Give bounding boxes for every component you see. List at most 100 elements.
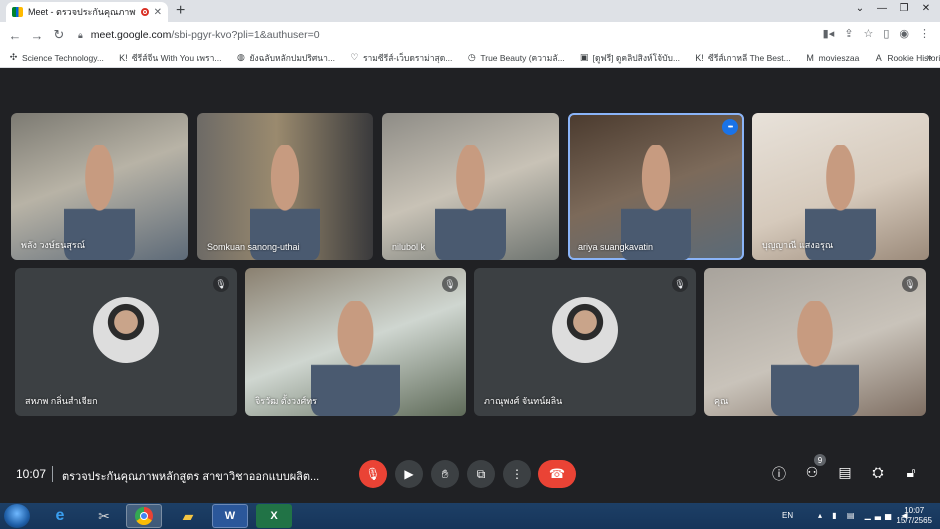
tray-time: 10:07: [904, 506, 925, 515]
present-screen-button[interactable]: ⧉: [467, 460, 495, 488]
participant-name: ariya suangkavatin: [578, 242, 654, 252]
minimize-icon[interactable]: —: [872, 0, 892, 16]
muted-mic-icon: 🎙︎: [672, 276, 688, 292]
video-camera-icon: ▶︎: [404, 467, 414, 481]
bookmark-item[interactable]: ◷ True Beauty (ความลั...: [466, 51, 565, 65]
bookmark-item[interactable]: K! ซีรีส์เกาหลี The Best...: [694, 51, 790, 65]
bookmark-item[interactable]: ▣ [ดูฟรี] ดูคลิปสิงห์โจ้บับ...: [579, 51, 680, 65]
muted-mic-icon: 🎙︎: [213, 276, 229, 292]
microphone-off-button[interactable]: 🎙︎: [359, 460, 387, 488]
bookmark-label: ซีรีส์จีน With You เพรา...: [131, 52, 222, 63]
participant-tile[interactable]: nilubol k: [382, 113, 559, 260]
new-tab-button[interactable]: +: [176, 1, 185, 21]
windows-taskbar: e ✂ ▰ W X EN ▴ ▮ ▤ ▁▃▅ ◀ 10:07 15/7/2565: [0, 503, 940, 529]
more-options-button[interactable]: ⋮: [503, 460, 531, 488]
host-controls-lock-icon[interactable]: 🔓︎: [902, 464, 920, 481]
camera-button[interactable]: ▶︎: [395, 460, 423, 488]
participant-tile[interactable]: 🎙︎ สหภพ กลิ่นสำเจียก: [15, 268, 237, 416]
menu-kebab-icon[interactable]: ⋮: [919, 27, 930, 40]
meeting-clock: 10:07: [16, 467, 47, 481]
excel-taskbar-icon[interactable]: X: [256, 504, 292, 528]
participant-tile[interactable]: 🎙︎ คุณ: [704, 268, 926, 416]
camera-icon[interactable]: ▮◂: [823, 27, 835, 40]
participant-tile[interactable]: พลัง วงษ์ธนสุรณ์: [11, 113, 188, 260]
participant-name: พลัง วงษ์ธนสุรณ์: [21, 240, 86, 250]
participant-tile[interactable]: 🎙︎ จิรวัฒ ตั้งวงศ์ทร: [245, 268, 466, 416]
forward-arrow-icon[interactable]: →: [26, 28, 48, 43]
recording-indicator-icon: [140, 8, 149, 16]
input-language[interactable]: EN: [782, 511, 793, 520]
bookmark-favicon-icon: A: [875, 52, 882, 63]
raise-hand-button[interactable]: ✋︎: [431, 460, 459, 488]
muted-mic-icon: 🎙︎: [902, 276, 918, 292]
tab-title: Meet - ตรวจประกันคุณภาพหลัก: [28, 7, 136, 17]
meeting-info-icon[interactable]: ⓘ: [770, 464, 788, 484]
bookmark-favicon-icon: ◍: [237, 52, 245, 62]
bookmark-label: Rookie Historian G...: [887, 52, 940, 63]
sidebar-icon[interactable]: ▯: [883, 27, 889, 40]
bookmark-favicon-icon: ◷: [467, 52, 476, 62]
participant-tile[interactable]: ••• ariya suangkavatin: [568, 113, 744, 260]
url-host: meet.google.com: [90, 29, 172, 41]
close-window-icon[interactable]: ✕: [916, 0, 936, 16]
tab-search-icon[interactable]: ⌄: [850, 0, 870, 16]
bookmark-label: รามซีรีส์-เว็บดราม่าสุด...: [362, 52, 453, 63]
leave-call-button[interactable]: ☎︎: [538, 460, 576, 488]
internet-explorer-icon[interactable]: e: [42, 504, 78, 528]
participant-name: บุญญาณี แสงอรุณ: [762, 240, 834, 250]
share-icon[interactable]: ⇪: [844, 27, 853, 40]
system-clock[interactable]: 10:07 15/7/2565: [896, 506, 932, 526]
close-tab-icon[interactable]: ✕: [154, 7, 162, 18]
back-arrow-icon[interactable]: ←: [4, 28, 26, 43]
phone-hangup-icon: ☎︎: [548, 466, 566, 481]
participant-name: Somkuan sanong-uthai: [207, 242, 300, 252]
screen: Meet - ตรวจประกันคุณภาพหลัก ✕ + ⌄ — ❐ ✕ …: [0, 0, 940, 529]
start-button[interactable]: [4, 504, 30, 528]
bookmark-star-icon[interactable]: ☆: [863, 27, 873, 40]
bookmark-label: [ดูฟรี] ดูคลิปสิงห์โจ้บับ...: [592, 52, 681, 63]
bookmark-label: ยังฉลับหลักปมปริศนา...: [249, 52, 335, 63]
participant-name: ภาณุพงศ์ จันทน์ผลิน: [484, 396, 563, 406]
bookmark-favicon-icon: ♡: [350, 52, 359, 62]
bookmark-item[interactable]: ♡ รามซีรีส์-เว็บดราม่าสุด...: [349, 51, 452, 65]
participant-tile[interactable]: Somkuan sanong-uthai: [197, 113, 373, 260]
reload-icon[interactable]: ↻: [48, 27, 70, 43]
participant-avatar: [93, 297, 159, 364]
more-vert-icon: ⋮: [511, 467, 523, 481]
url-path: /sbi-pgyr-kvo?pli=1&authuser=0: [171, 29, 320, 41]
file-explorer-icon[interactable]: ▰: [170, 504, 206, 528]
bookmark-item[interactable]: ◍ ยังฉลับหลักปมปริศนา...: [235, 51, 335, 65]
lock-icon[interactable]: 🔒︎: [78, 30, 83, 41]
snipping-tool-icon[interactable]: ✂: [86, 504, 122, 528]
profile-avatar-icon[interactable]: ◉: [899, 27, 909, 40]
speaking-indicator-icon: •••: [722, 119, 738, 135]
bookmarks-more-button[interactable]: »: [926, 52, 932, 63]
bookmark-item[interactable]: ✣ Science Technology...: [8, 52, 104, 63]
bookmark-favicon-icon: M: [806, 52, 814, 63]
bookmark-item[interactable]: Mmovieszaa: [805, 52, 860, 63]
chat-icon[interactable]: ▤: [836, 464, 854, 481]
participant-tile[interactable]: บุญญาณี แสงอรุณ: [752, 113, 929, 260]
bookmark-favicon-icon: K!: [695, 52, 704, 63]
restore-icon[interactable]: ❐: [894, 0, 914, 16]
microphone-off-icon: 🎙︎: [365, 467, 381, 481]
participant-name: สหภพ กลิ่นสำเจียก: [25, 396, 98, 406]
bookmark-item[interactable]: K! ซีรีส์จีน With You เพรา...: [118, 51, 222, 65]
bookmark-label: movieszaa: [818, 52, 860, 63]
activities-icon[interactable]: ⛭: [869, 464, 887, 481]
participant-tile[interactable]: 🎙︎ ภาณุพงศ์ จันทน์ผลิน: [474, 268, 696, 416]
divider: [52, 466, 53, 482]
address-bar[interactable]: meet.google.com/sbi-pgyr-kvo?pli=1&authu…: [91, 29, 320, 41]
people-count-badge: 9: [814, 454, 826, 466]
word-taskbar-icon[interactable]: W: [212, 504, 248, 528]
browser-tab-meet[interactable]: Meet - ตรวจประกันคุณภาพหลัก ✕: [6, 2, 168, 22]
bookmark-favicon-icon: K!: [119, 52, 128, 63]
bookmark-label: Science Technology...: [22, 52, 104, 63]
browser-toolbar: ← → ↻ 🔒︎ meet.google.com/sbi-pgyr-kvo?pl…: [0, 22, 940, 48]
people-icon[interactable]: ⚇: [803, 464, 821, 481]
chrome-taskbar-icon[interactable]: [126, 504, 162, 528]
window-controls: ⌄ — ❐ ✕: [850, 0, 936, 16]
participant-name: จิรวัฒ ตั้งวงศ์ทร: [255, 396, 317, 406]
meet-stage: พลัง วงษ์ธนสุรณ์ Somkuan sanong-uthai nilu…: [0, 68, 940, 503]
bookmark-favicon-icon: ▣: [579, 52, 589, 62]
